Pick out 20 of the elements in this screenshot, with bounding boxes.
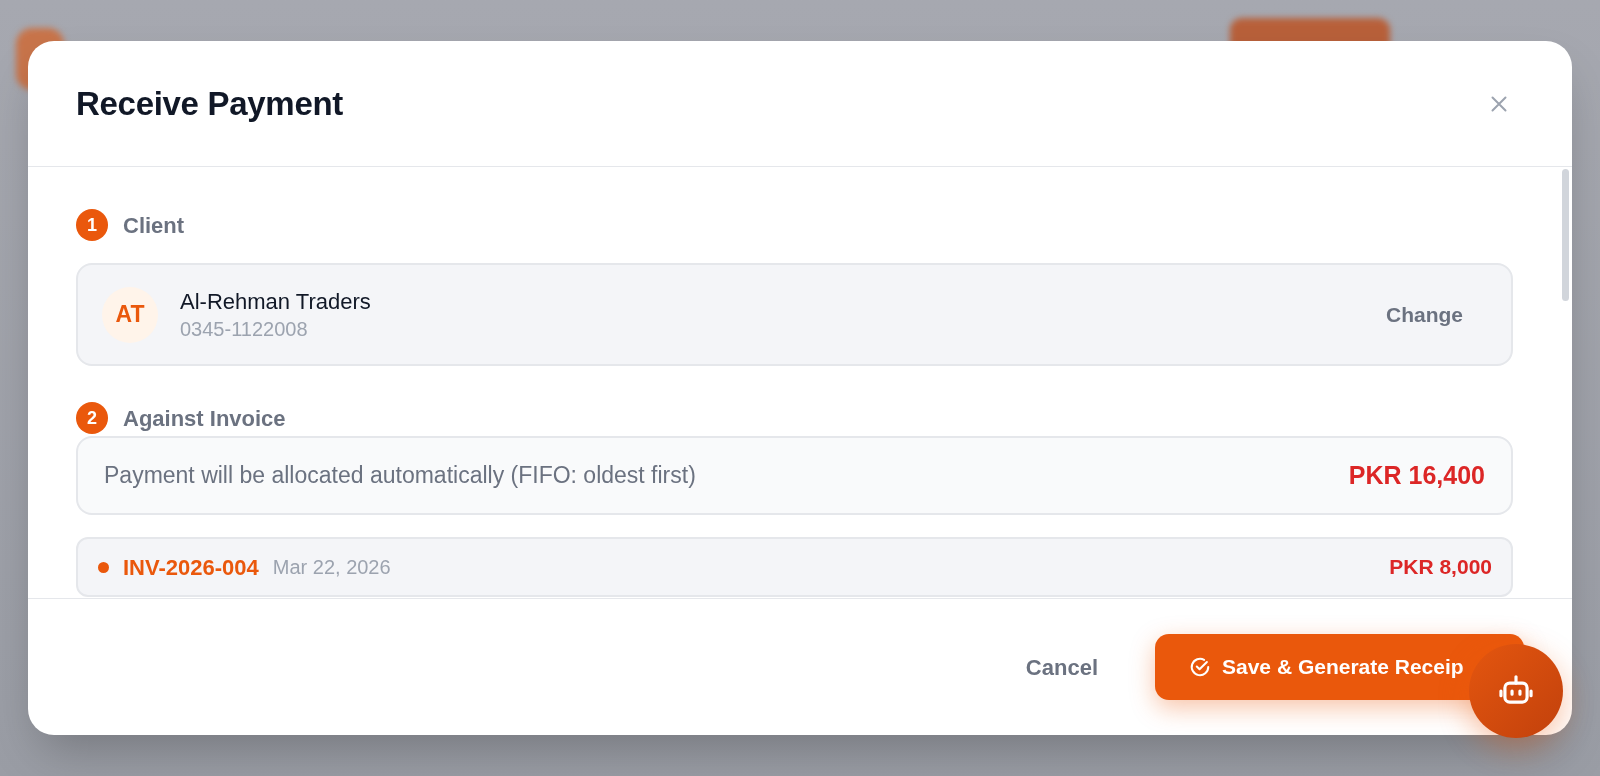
save-button[interactable]: Save & Generate Receip	[1155, 634, 1524, 700]
client-avatar: AT	[102, 286, 158, 343]
section-title: Against Invoice	[123, 404, 286, 433]
scrollbar-thumb[interactable]	[1562, 169, 1569, 301]
cancel-button[interactable]: Cancel	[1001, 638, 1122, 696]
client-phone: 0345-1122008	[180, 316, 309, 342]
allocation-note: Payment will be allocated automatically (FIFO: oldest first)	[104, 461, 696, 491]
close-icon	[1491, 95, 1507, 112]
step-number: 2	[76, 402, 108, 434]
client-name: Al-Rehman Traders	[180, 287, 371, 315]
check-circle-icon	[1189, 656, 1211, 678]
outstanding-total: PKR 16,400	[1348, 459, 1485, 491]
invoice-row[interactable]: INV-2026-004 Mar 22, 2026 PKR 8,000	[76, 537, 1513, 597]
step-number: 1	[76, 209, 108, 241]
section-title: Client	[123, 211, 185, 240]
invoice-number: INV-2026-004	[123, 553, 259, 582]
change-button[interactable]: Change	[1362, 290, 1487, 339]
invoice-date: Mar 22, 2026	[272, 555, 391, 580]
invoice-amount: PKR 8,000	[1389, 554, 1492, 581]
dialog-title: Receive Payment	[76, 83, 343, 124]
